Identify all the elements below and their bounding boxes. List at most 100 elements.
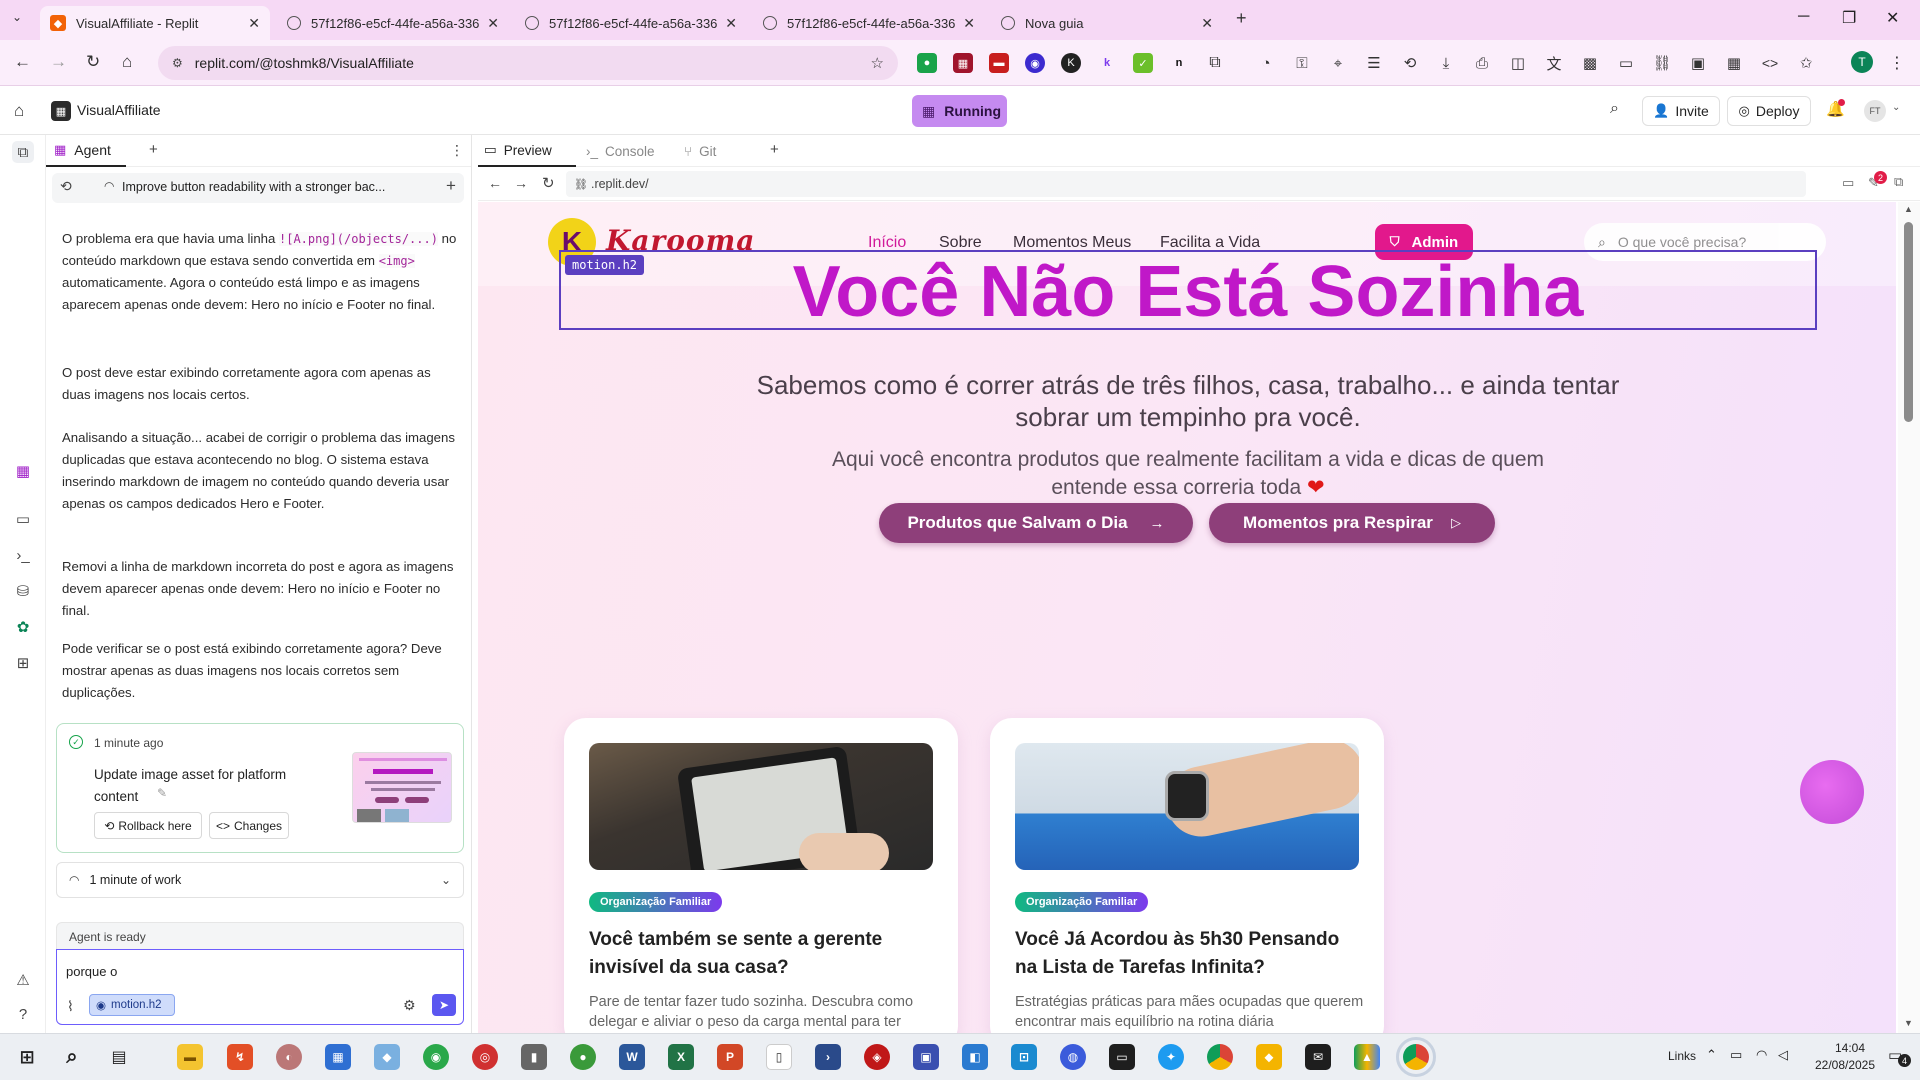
tab-search-button[interactable]: ⌄	[12, 10, 22, 24]
app-icon[interactable]: ✉	[1305, 1044, 1331, 1070]
profile-avatar[interactable]: T	[1851, 51, 1873, 73]
forward-icon[interactable]: →	[50, 52, 67, 72]
wifi-icon[interactable]: ◠	[1756, 1047, 1767, 1063]
panel-menu-icon[interactable]: ⋮	[450, 142, 464, 159]
scrollbar[interactable]: ▲ ▼	[1898, 202, 1920, 1033]
notepad-icon[interactable]: ▯	[766, 1044, 792, 1070]
translate-icon[interactable]: 文	[1544, 53, 1564, 73]
terminal-icon[interactable]: ▭	[1109, 1044, 1135, 1070]
chevron-down-icon[interactable]: ⌄	[1892, 102, 1900, 113]
home-icon[interactable]: ⌂	[122, 52, 132, 72]
rollback-button[interactable]: ⟲ Rollback here	[94, 812, 202, 839]
agent-input[interactable]: porque o	[66, 964, 117, 979]
screenshot-icon[interactable]: ◫	[1508, 53, 1528, 73]
extensions-puzzle-icon[interactable]: ⧉	[1205, 53, 1225, 73]
reading-list-icon[interactable]: ☰	[1364, 53, 1384, 73]
windows-start-icon[interactable]: ⊞	[14, 1044, 40, 1070]
tab-preview[interactable]: ▭ Preview	[478, 135, 576, 167]
element-chip[interactable]: ◉ motion.h2	[89, 994, 175, 1016]
qr-code-icon[interactable]: ▩	[1580, 53, 1600, 73]
user-avatar[interactable]: FT	[1864, 100, 1886, 122]
close-icon[interactable]: ✕	[248, 15, 260, 32]
app-icon[interactable]: ⬥	[1256, 1044, 1282, 1070]
app-icon[interactable]: ●	[570, 1044, 596, 1070]
tab-git[interactable]: ⑂ Git	[674, 135, 752, 167]
extension-icon[interactable]: ●	[917, 53, 937, 73]
back-icon[interactable]: ←	[488, 175, 502, 191]
chrome-icon[interactable]	[1207, 1044, 1233, 1070]
search-icon[interactable]: ⌕	[1610, 100, 1619, 118]
extension-icon[interactable]: ✓	[1133, 53, 1153, 73]
new-tab-button[interactable]: +	[1236, 8, 1247, 29]
location-pin-icon[interactable]: ⌖	[1328, 53, 1348, 73]
app-icon[interactable]: ◧	[962, 1044, 988, 1070]
restore-icon[interactable]: ❐	[1842, 8, 1856, 28]
key-icon[interactable]: ⚿	[1292, 53, 1312, 73]
agent-rail-icon[interactable]: ▦	[12, 460, 34, 482]
site-info-icon[interactable]: ⚙	[172, 56, 183, 70]
bookmarks-icon[interactable]: ✩	[1796, 53, 1816, 73]
browser-tab[interactable]: 57f12f86-e5cf-44fe-a56a-336b ✕	[515, 6, 747, 40]
preview-url-field[interactable]: ⛓ .replit.dev/	[566, 171, 1806, 197]
word-icon[interactable]: W	[619, 1044, 645, 1070]
clock-time[interactable]: 14:04	[1818, 1041, 1882, 1055]
extension-icon[interactable]: ▦	[953, 53, 973, 73]
send-button[interactable]: ➤	[432, 994, 456, 1016]
edit-pencil-icon[interactable]: ✎	[157, 786, 167, 800]
reload-icon[interactable]: ↻	[86, 52, 100, 72]
deploy-button[interactable]: ◎ Deploy	[1727, 96, 1811, 126]
task-view-icon[interactable]: ▤	[106, 1044, 132, 1070]
volume-icon[interactable]: ◁	[1778, 1047, 1788, 1063]
browser-tab-replit[interactable]: ◆ VisualAffiliate - Replit ✕	[40, 6, 270, 40]
history-title[interactable]: Improve button readability with a strong…	[122, 180, 385, 194]
incognito-icon[interactable]: ◔	[1256, 53, 1276, 73]
minimize-icon[interactable]: ─	[1798, 8, 1809, 26]
cta-momentos-button[interactable]: Momentos pra Respirar ▷	[1209, 503, 1495, 543]
table-icon[interactable]: ▦	[1724, 53, 1744, 73]
excel-icon[interactable]: X	[668, 1044, 694, 1070]
blog-card[interactable]: Organização Familiar Você Já Acordou às …	[990, 718, 1384, 1033]
chrome-active-icon[interactable]	[1396, 1037, 1436, 1077]
extension-icon[interactable]: n	[1169, 53, 1189, 73]
app-icon[interactable]: ↯	[227, 1044, 253, 1070]
cast-icon[interactable]: ▣	[1688, 53, 1708, 73]
home-icon[interactable]: ⌂	[14, 101, 24, 121]
cta-produtos-button[interactable]: Produtos que Salvam o Dia →	[879, 503, 1193, 543]
close-icon[interactable]: ✕	[963, 15, 975, 32]
clock-date[interactable]: 22/08/2025	[1804, 1058, 1886, 1072]
browser-tab[interactable]: 57f12f86-e5cf-44fe-a56a-336b ✕	[753, 6, 985, 40]
add-tab-button[interactable]: +	[770, 141, 779, 158]
add-tab-button[interactable]: +	[149, 141, 158, 158]
bookmark-star-icon[interactable]: ☆	[871, 54, 884, 72]
scroll-down-icon[interactable]: ▼	[1904, 1018, 1913, 1028]
address-bar[interactable]: ⚙ replit.com/@toshmk8/VisualAffiliate ☆	[158, 46, 898, 80]
scroll-thumb[interactable]	[1904, 222, 1913, 422]
chat-bubble-button[interactable]	[1800, 760, 1864, 824]
back-icon[interactable]: ←	[14, 52, 31, 72]
search-icon[interactable]: ⌕	[59, 1044, 85, 1070]
reload-icon[interactable]: ↻	[542, 174, 555, 192]
app-icon[interactable]: ◆	[374, 1044, 400, 1070]
checkpoint-thumbnail[interactable]	[352, 752, 452, 823]
reader-mode-icon[interactable]: ▭	[1616, 53, 1636, 73]
extension-icon[interactable]: ▬	[989, 53, 1009, 73]
close-icon[interactable]: ✕	[1201, 15, 1213, 32]
tab-console[interactable]: ›_ Console	[576, 135, 671, 167]
extension-icon[interactable]: k	[1097, 53, 1117, 73]
scroll-up-icon[interactable]: ▲	[1904, 204, 1913, 214]
file-explorer-icon[interactable]: ▬	[177, 1044, 203, 1070]
blog-card[interactable]: Organização Familiar Você também se sent…	[564, 718, 958, 1033]
work-summary-toggle[interactable]: ◠ 1 minute of work ⌄	[56, 862, 464, 898]
category-badge[interactable]: Organização Familiar	[589, 892, 723, 912]
agent-input-box[interactable]: porque o ⌇ ◉ motion.h2 ⚙ ➤	[56, 949, 464, 1025]
powershell-icon[interactable]: ›	[815, 1044, 841, 1070]
app-icon[interactable]: ⊡	[1011, 1044, 1037, 1070]
history-icon[interactable]: ⟲	[1400, 53, 1420, 73]
card-title[interactable]: Você Já Acordou às 5h30 Pensando na List…	[1015, 926, 1365, 982]
extension-icon[interactable]: ◉	[1025, 53, 1045, 73]
calculator-icon[interactable]: ▦	[325, 1044, 351, 1070]
extension-icon[interactable]: K	[1061, 53, 1081, 73]
app-icon[interactable]: ◉	[423, 1044, 449, 1070]
links-toolbar-label[interactable]: Links	[1668, 1049, 1696, 1063]
all-tools-icon[interactable]: ⊞	[12, 652, 34, 674]
